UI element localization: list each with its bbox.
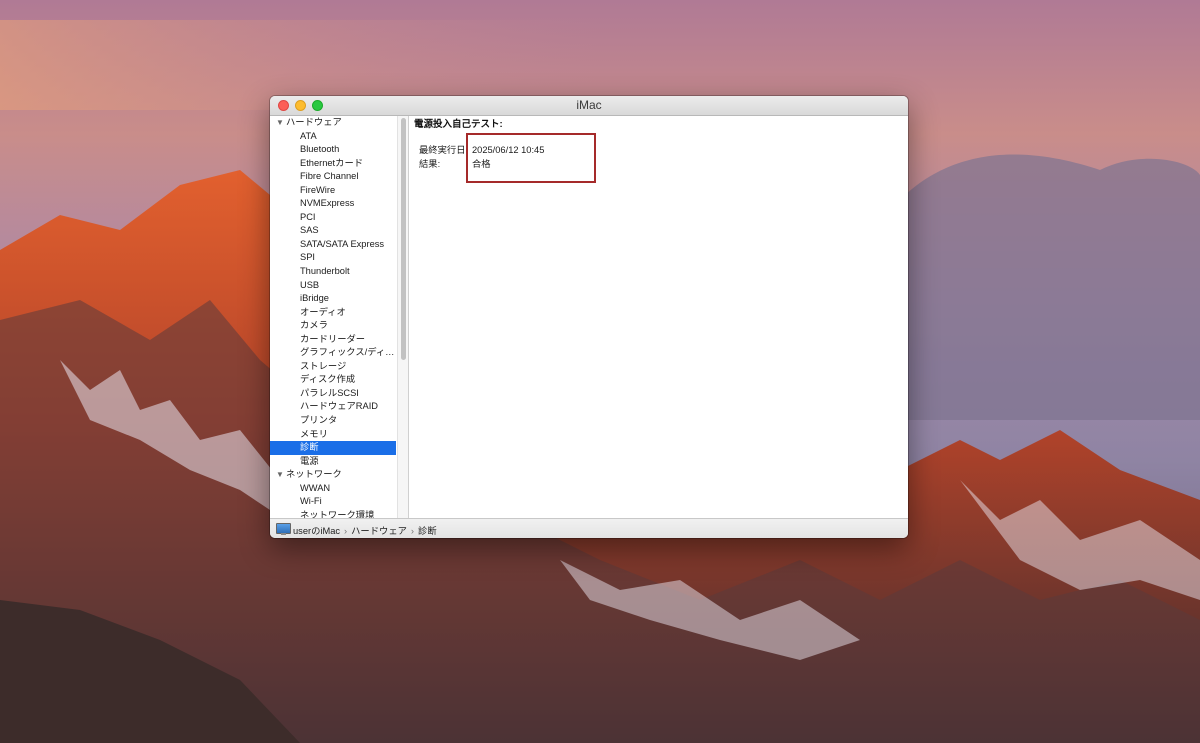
sidebar-group[interactable]: ▼ ネットワーク: [270, 468, 396, 482]
path-item[interactable]: 診断: [418, 526, 437, 536]
detail-heading: 電源投入自己テスト:: [414, 119, 503, 130]
sidebar-scrollbar-thumb[interactable]: [401, 118, 406, 360]
highlight-box: [466, 133, 596, 183]
sidebar-item[interactable]: 電源: [270, 455, 396, 469]
sidebar-group-label: ネットワーク: [286, 469, 342, 480]
path-bar: userのiMac › ハードウェア › 診断: [270, 518, 908, 538]
sidebar-item[interactable]: WWAN: [270, 482, 396, 496]
path-item[interactable]: ハードウェア: [351, 526, 407, 536]
sidebar-group[interactable]: ▼ ハードウェア: [270, 116, 396, 130]
path-bar-items: userのiMac › ハードウェア › 診断: [293, 523, 437, 537]
sidebar-item[interactable]: SPI: [270, 251, 396, 265]
sidebar-item[interactable]: オーディオ: [270, 306, 396, 320]
sidebar-item[interactable]: グラフィックス/ディ…: [270, 346, 396, 360]
sidebar-item[interactable]: iBridge: [270, 292, 396, 306]
sidebar-item[interactable]: ハードウェアRAID: [270, 400, 396, 414]
sidebar-item[interactable]: ATA: [270, 130, 396, 144]
window-title: iMac: [576, 98, 602, 112]
sidebar-item[interactable]: Thunderbolt: [270, 265, 396, 279]
sidebar-item[interactable]: Fibre Channel: [270, 170, 396, 184]
sidebar-scrollbar[interactable]: [397, 116, 409, 518]
last-run-label: 最終実行日:: [419, 145, 469, 155]
sidebar-item[interactable]: Bluetooth: [270, 143, 396, 157]
sidebar-item[interactable]: パラレルSCSI: [270, 387, 396, 401]
sidebar-item[interactable]: ストレージ: [270, 360, 396, 374]
sidebar-item[interactable]: カードリーダー: [270, 333, 396, 347]
sidebar-item[interactable]: メモリ: [270, 428, 396, 442]
title-bar[interactable]: iMac: [270, 96, 908, 116]
computer-icon: [276, 523, 291, 535]
path-separator-icon: ›: [410, 526, 415, 536]
sidebar-item[interactable]: カメラ: [270, 319, 396, 333]
result-label: 結果:: [419, 159, 441, 169]
disclosure-triangle-icon[interactable]: ▼: [276, 468, 286, 482]
system-information-window: iMac ▼ ハードウェア ATA Bluetooth Ethernetカード Fibre…: [270, 96, 908, 538]
sidebar-item[interactable]: プリンタ: [270, 414, 396, 428]
sidebar-item[interactable]: SAS: [270, 224, 396, 238]
sidebar-item[interactable]: PCI: [270, 211, 396, 225]
detail-pane: 電源投入自己テスト: 最終実行日: 2025/06/12 10:45 結果: 合格: [410, 116, 908, 518]
sidebar-item[interactable]: Wi-Fi: [270, 495, 396, 509]
sidebar-item[interactable]: USB: [270, 279, 396, 293]
sidebar-group-label: ハードウェア: [286, 117, 342, 127]
sidebar-item[interactable]: NVMExpress: [270, 197, 396, 211]
sidebar-list: ▼ ハードウェア ATA Bluetooth Ethernetカード Fibre Chan…: [270, 116, 396, 518]
path-item[interactable]: userのiMac: [293, 526, 340, 536]
disclosure-triangle-icon[interactable]: ▼: [276, 116, 286, 130]
sidebar-item-selected[interactable]: 診断: [270, 441, 396, 455]
sidebar-item[interactable]: SATA/SATA Express: [270, 238, 396, 252]
sidebar-item[interactable]: ネットワーク環境: [270, 509, 396, 518]
path-separator-icon: ›: [344, 526, 348, 536]
sidebar-item[interactable]: ディスク作成: [270, 373, 396, 387]
sidebar-item[interactable]: Ethernetカード: [270, 157, 396, 171]
sidebar-item[interactable]: FireWire: [270, 184, 396, 198]
